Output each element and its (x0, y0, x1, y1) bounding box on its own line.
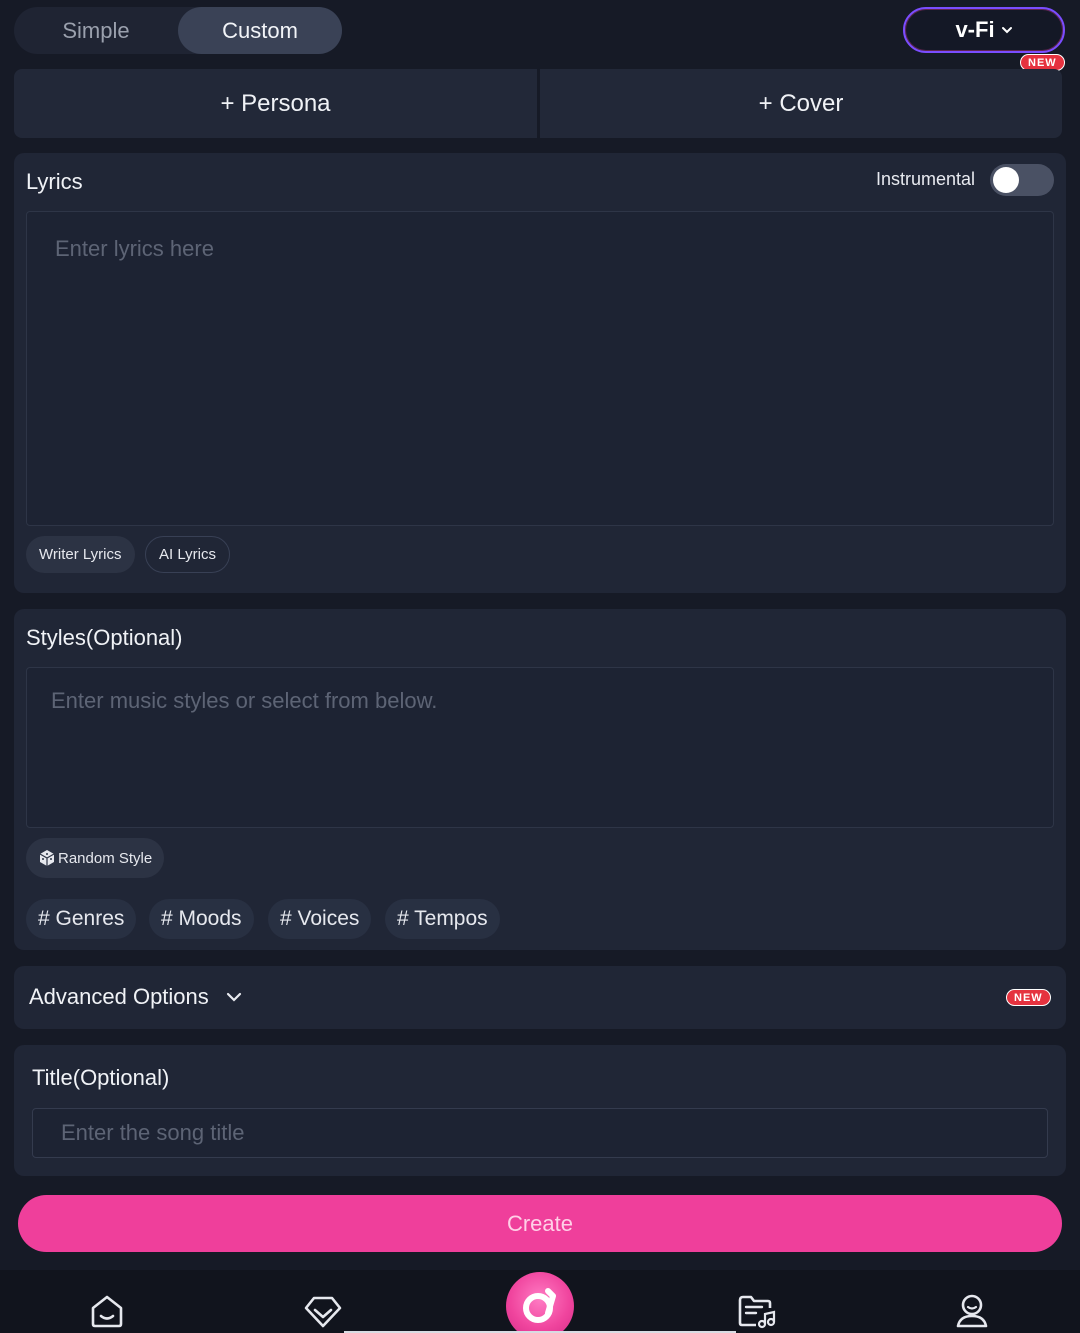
bottom-nav (0, 1270, 1080, 1333)
tab-custom[interactable]: Custom (178, 7, 342, 54)
instrumental-toggle[interactable] (990, 164, 1054, 196)
instrumental-label: Instrumental (876, 169, 976, 189)
chevron-down-icon (226, 992, 241, 1002)
advanced-options-toggle[interactable]: Advanced Options (29, 984, 243, 1010)
model-select-label: v-Fi (955, 17, 995, 42)
add-persona-button[interactable]: + Persona (14, 69, 537, 138)
music-folder-icon[interactable] (736, 1290, 776, 1330)
writer-lyrics-button[interactable]: Writer Lyrics (26, 536, 135, 573)
random-style-label: Random Style (58, 849, 153, 867)
create-logo-icon[interactable] (506, 1272, 574, 1333)
tag-voices[interactable]: # Voices (268, 899, 372, 939)
profile-icon[interactable] (952, 1290, 992, 1330)
create-button[interactable]: Create (18, 1195, 1062, 1252)
tag-genres[interactable]: # Genres (26, 899, 137, 939)
random-style-button[interactable]: Random Style (26, 838, 165, 878)
tag-moods[interactable]: # Moods (149, 899, 254, 939)
title-label: Title(Optional) (32, 1065, 170, 1090)
dice-icon (39, 850, 55, 866)
tag-tempos[interactable]: # Tempos (385, 899, 500, 939)
song-title-input[interactable]: Enter the song title (32, 1108, 1048, 1158)
styles-placeholder: Enter music styles or select from below. (51, 688, 438, 713)
home-icon[interactable] (87, 1290, 127, 1330)
model-select[interactable]: v-Fi (903, 7, 1065, 53)
chevron-down-icon (1001, 27, 1012, 34)
styles-textarea[interactable]: Enter music styles or select from below. (26, 667, 1054, 828)
lyrics-label: Lyrics (26, 169, 83, 194)
ai-lyrics-button[interactable]: AI Lyrics (145, 536, 230, 573)
mode-switch: Simple Custom (14, 7, 342, 54)
toggle-knob (993, 167, 1019, 193)
title-placeholder: Enter the song title (61, 1120, 245, 1145)
new-badge: NEW (1006, 989, 1051, 1006)
styles-label: Styles(Optional) (26, 625, 183, 650)
lyrics-placeholder: Enter lyrics here (55, 236, 214, 261)
tab-simple[interactable]: Simple (14, 7, 178, 54)
add-cover-button[interactable]: + Cover (540, 69, 1062, 138)
diamond-icon[interactable] (303, 1290, 343, 1330)
logo-mark-icon (523, 1288, 556, 1323)
advanced-options-label: Advanced Options (29, 984, 209, 1009)
lyrics-textarea[interactable]: Enter lyrics here (26, 211, 1054, 526)
